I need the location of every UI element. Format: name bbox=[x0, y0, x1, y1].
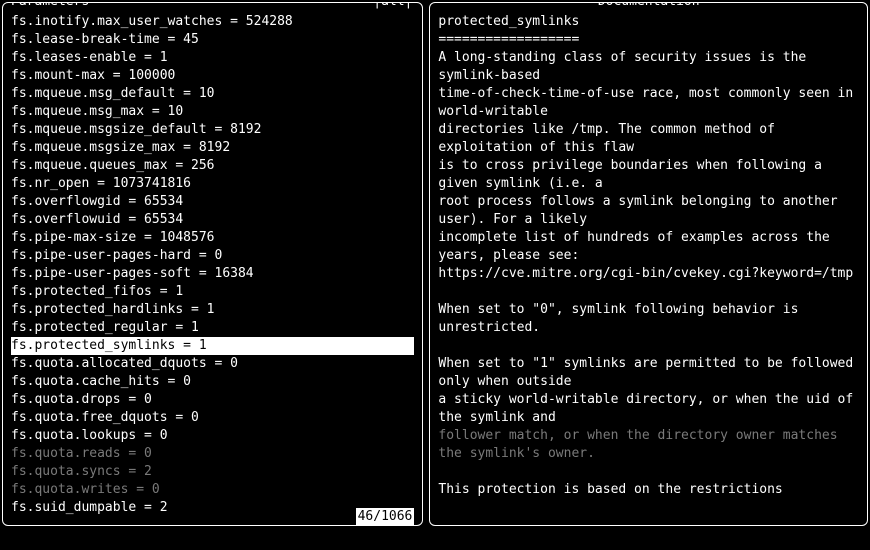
parameter-row[interactable]: fs.quota.free_dquots = 0 bbox=[11, 409, 414, 427]
parameter-row[interactable]: fs.overflowuid = 65534 bbox=[11, 211, 414, 229]
parameter-row[interactable]: fs.protected_regular = 1 bbox=[11, 319, 414, 337]
parameters-title: Parameters bbox=[11, 2, 89, 11]
parameter-row[interactable]: fs.pipe-user-pages-soft = 16384 bbox=[11, 265, 414, 283]
doc-line: time-of-check-time-of-use race, most com… bbox=[438, 85, 859, 121]
documentation-pane[interactable]: Documentation protected_symlinks========… bbox=[429, 2, 868, 526]
doc-line: https://cve.mitre.org/cgi-bin/cvekey.cgi… bbox=[438, 265, 859, 283]
documentation-title: Documentation bbox=[598, 2, 700, 11]
doc-line bbox=[438, 463, 859, 481]
doc-line: ================== bbox=[438, 31, 859, 49]
parameter-row[interactable]: fs.mqueue.msgsize_max = 8192 bbox=[11, 139, 414, 157]
parameter-row[interactable]: fs.mqueue.msg_default = 10 bbox=[11, 85, 414, 103]
parameters-pane[interactable]: Parameters |all| fs.inotify.max_user_wat… bbox=[2, 2, 423, 526]
parameter-row[interactable]: fs.protected_hardlinks = 1 bbox=[11, 301, 414, 319]
doc-line: root process follows a symlink belonging… bbox=[438, 193, 859, 229]
parameter-row[interactable]: fs.overflowgid = 65534 bbox=[11, 193, 414, 211]
parameter-row[interactable]: fs.mqueue.queues_max = 256 bbox=[11, 157, 414, 175]
doc-line: protected_symlinks bbox=[438, 13, 859, 31]
parameter-row[interactable]: fs.nr_open = 1073741816 bbox=[11, 175, 414, 193]
doc-line: When set to "0", symlink following behav… bbox=[438, 301, 859, 337]
parameter-row-selected[interactable]: fs.protected_symlinks = 1 bbox=[11, 337, 414, 355]
parameter-row[interactable]: fs.quota.lookups = 0 bbox=[11, 427, 414, 445]
parameter-row[interactable]: fs.lease-break-time = 45 bbox=[11, 31, 414, 49]
documentation-body: protected_symlinks==================A lo… bbox=[438, 13, 859, 499]
parameter-row[interactable]: fs.mqueue.msgsize_default = 8192 bbox=[11, 121, 414, 139]
parameter-row[interactable]: fs.mount-max = 100000 bbox=[11, 67, 414, 85]
parameter-row[interactable]: fs.protected_fifos = 1 bbox=[11, 283, 414, 301]
parameter-row[interactable]: fs.quota.reads = 0 bbox=[11, 445, 414, 463]
parameter-row[interactable]: fs.mqueue.msg_max = 10 bbox=[11, 103, 414, 121]
doc-line: a sticky world-writable directory, or wh… bbox=[438, 391, 859, 427]
doc-line: is to cross privilege boundaries when fo… bbox=[438, 157, 859, 193]
parameter-row[interactable]: fs.leases-enable = 1 bbox=[11, 49, 414, 67]
doc-line bbox=[438, 283, 859, 301]
doc-line: A long-standing class of security issues… bbox=[438, 49, 859, 85]
doc-line: This protection is based on the restrict… bbox=[438, 481, 859, 499]
parameter-list[interactable]: fs.inotify.max_user_watches = 524288fs.l… bbox=[11, 13, 414, 517]
filter-tag: |all| bbox=[373, 2, 412, 11]
doc-line: When set to "1" symlinks are permitted t… bbox=[438, 355, 859, 391]
position-counter: 46/1066 bbox=[356, 508, 415, 526]
doc-line: follower match, or when the directory ow… bbox=[438, 427, 859, 463]
parameter-row[interactable]: fs.quota.syncs = 2 bbox=[11, 463, 414, 481]
parameter-row[interactable]: fs.quota.allocated_dquots = 0 bbox=[11, 355, 414, 373]
parameter-row[interactable]: fs.quota.cache_hits = 0 bbox=[11, 373, 414, 391]
parameter-row[interactable]: fs.inotify.max_user_watches = 524288 bbox=[11, 13, 414, 31]
parameter-row[interactable]: fs.quota.drops = 0 bbox=[11, 391, 414, 409]
parameter-row[interactable]: fs.pipe-user-pages-hard = 0 bbox=[11, 247, 414, 265]
doc-line: incomplete list of hundreds of examples … bbox=[438, 229, 859, 265]
parameter-row[interactable]: fs.pipe-max-size = 1048576 bbox=[11, 229, 414, 247]
doc-line bbox=[438, 337, 859, 355]
doc-line: directories like /tmp. The common method… bbox=[438, 121, 859, 157]
parameter-row[interactable]: fs.quota.writes = 0 bbox=[11, 481, 414, 499]
parameter-row[interactable]: fs.suid_dumpable = 2 bbox=[11, 499, 414, 517]
